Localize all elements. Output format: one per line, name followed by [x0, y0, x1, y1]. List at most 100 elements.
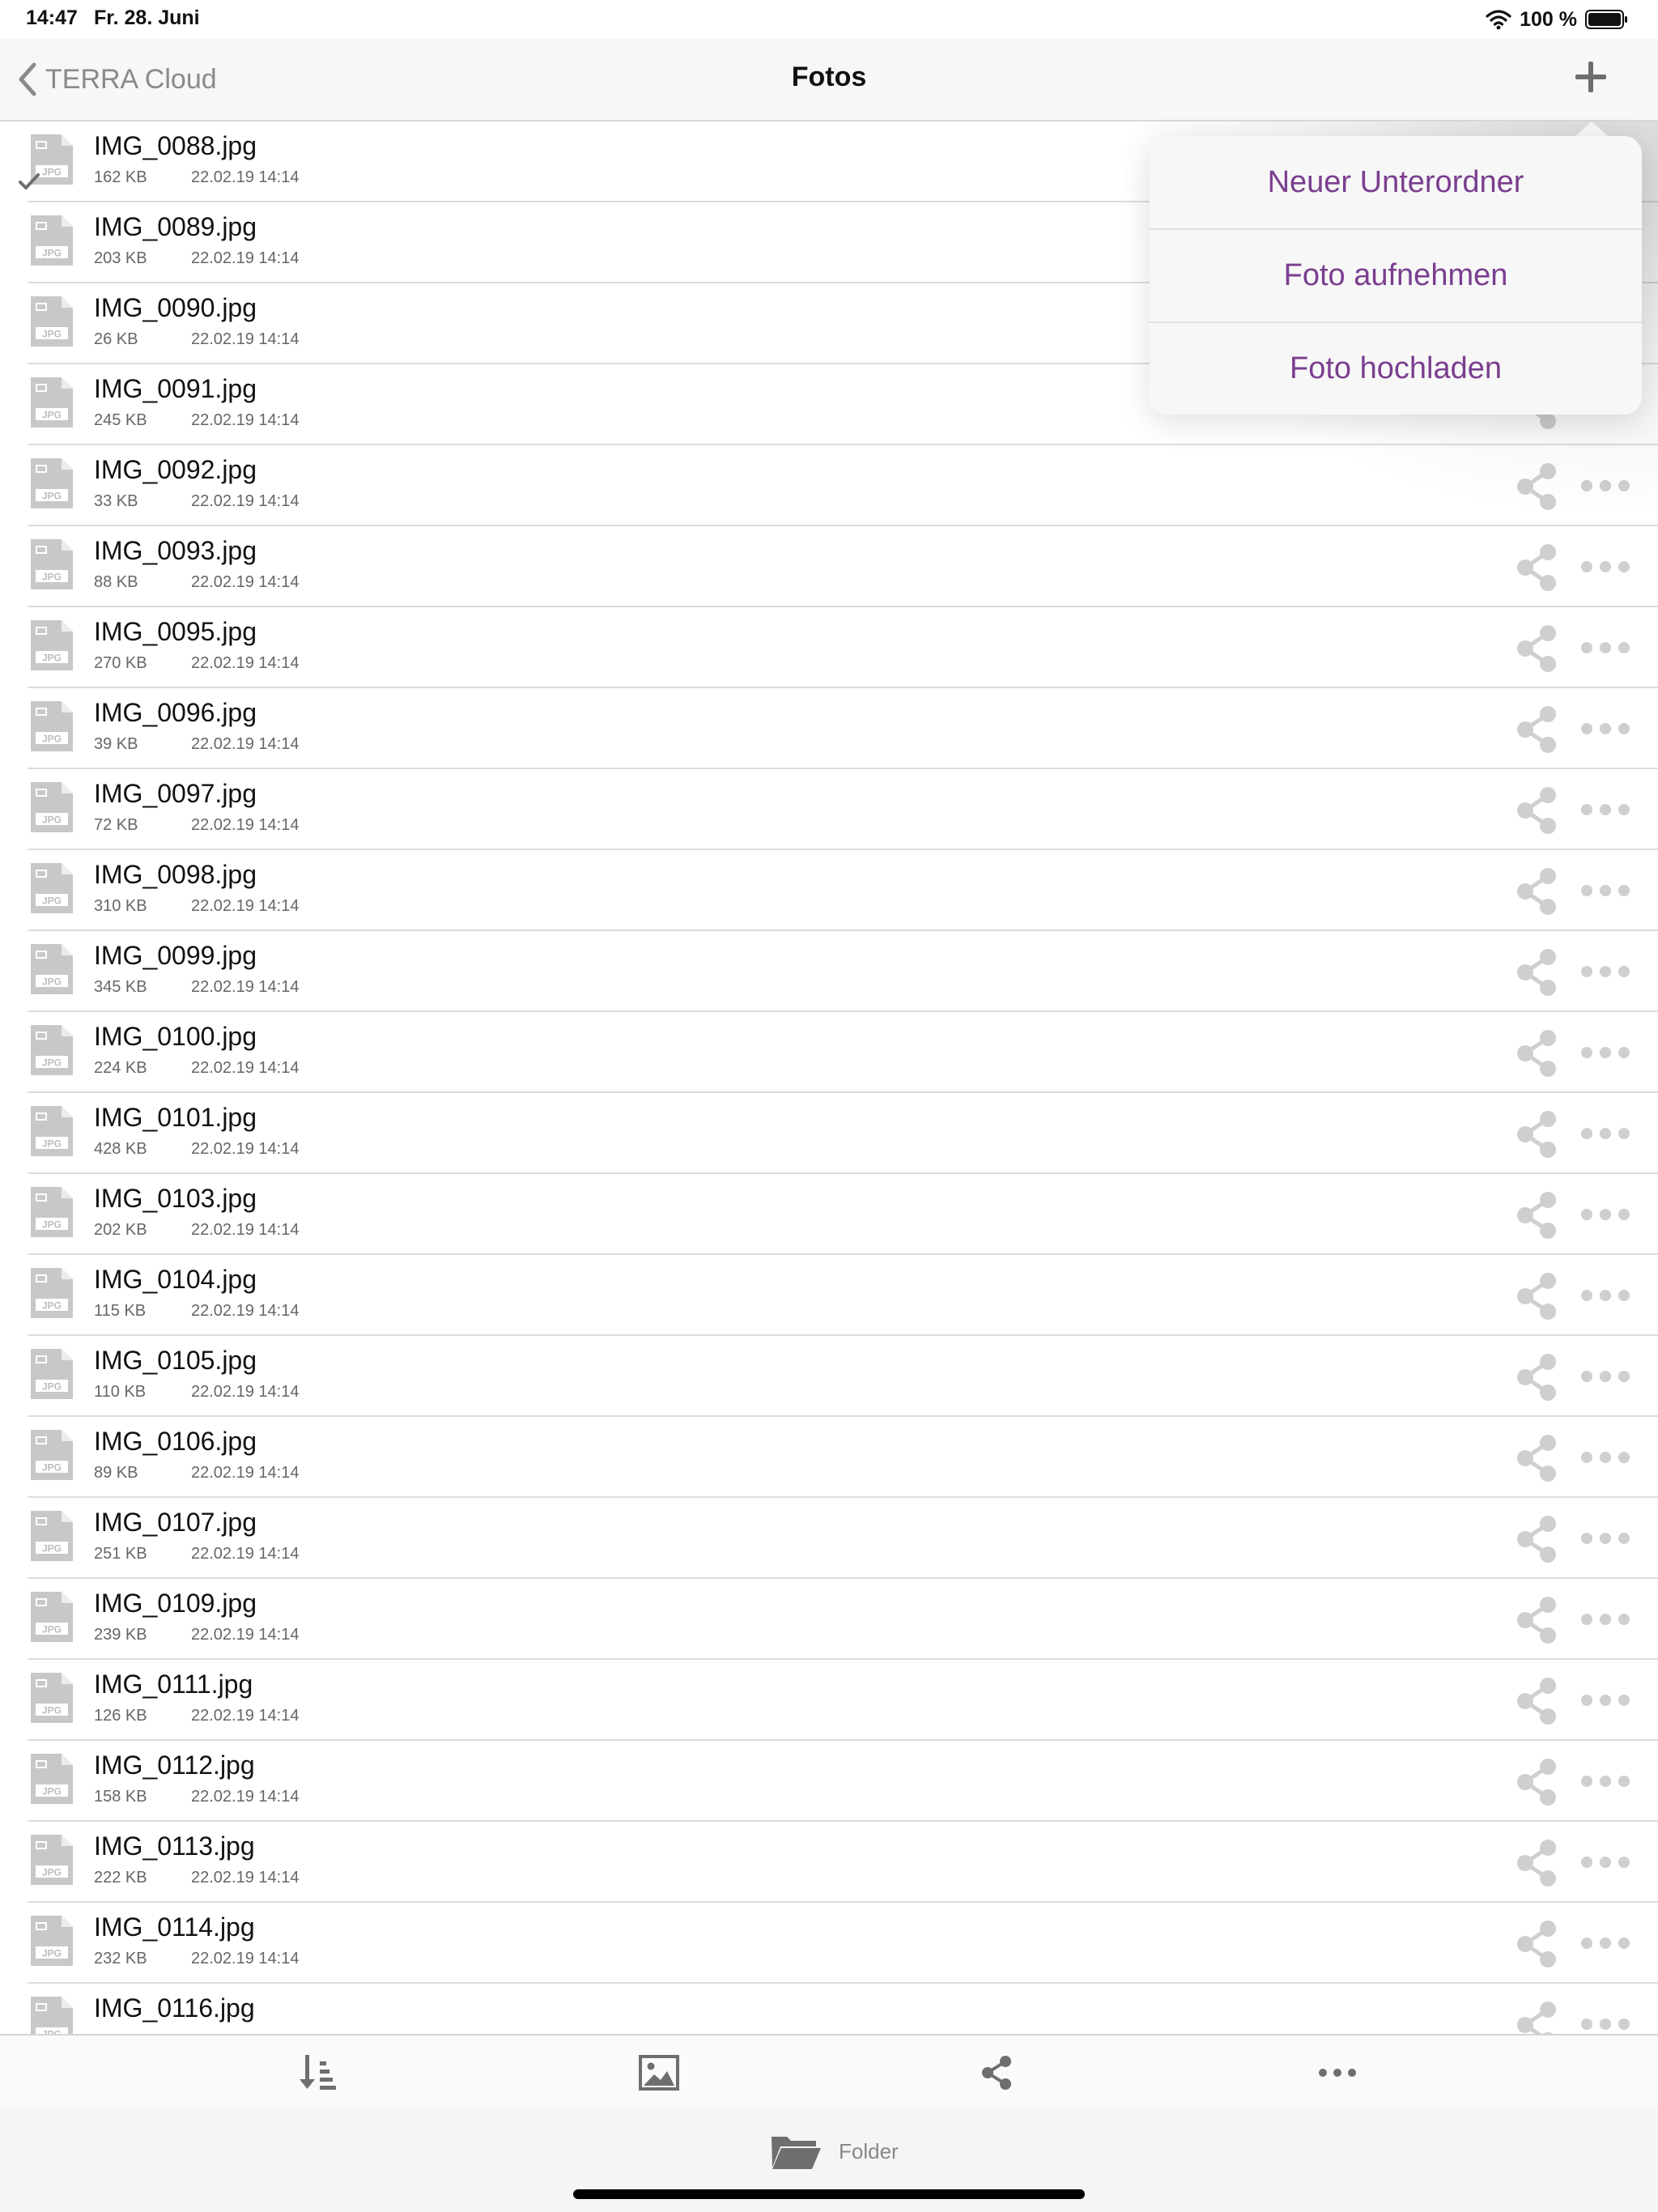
- menu-item-upload-photo[interactable]: Foto hochladen: [1150, 322, 1642, 415]
- file-row[interactable]: JPG IMG_0097.jpg 72 KB 22.02.19 14:14: [0, 769, 1658, 850]
- share-icon[interactable]: [1511, 1593, 1564, 1647]
- more-options-icon[interactable]: [1579, 1205, 1632, 1224]
- file-row[interactable]: JPG IMG_0092.jpg 33 KB 22.02.19 14:14: [0, 445, 1658, 526]
- share-icon[interactable]: [1511, 541, 1564, 594]
- file-row[interactable]: JPG IMG_0113.jpg 222 KB 22.02.19 14:14: [0, 1822, 1658, 1903]
- file-size: 203 KB: [94, 249, 147, 267]
- share-icon[interactable]: [1511, 622, 1564, 675]
- file-row[interactable]: JPG IMG_0095.jpg 270 KB 22.02.19 14:14: [0, 607, 1658, 688]
- file-icon-label: JPG: [42, 572, 62, 583]
- more-options-icon[interactable]: [1579, 1448, 1632, 1467]
- file-icon-label: JPG: [42, 248, 62, 259]
- tab-folder[interactable]: Folder: [769, 2126, 899, 2176]
- more-options-icon[interactable]: [1579, 557, 1632, 576]
- folder-icon: [772, 2137, 821, 2169]
- file-row[interactable]: JPG IMG_0116.jpg: [0, 1984, 1658, 2034]
- jpg-file-icon: JPG: [31, 944, 73, 994]
- file-size: 33 KB: [94, 492, 138, 510]
- file-name: IMG_0095.jpg: [94, 617, 257, 646]
- add-popover-menu: Neuer Unterordner Foto aufnehmen Foto ho…: [1150, 136, 1642, 415]
- file-row[interactable]: JPG IMG_0100.jpg 224 KB 22.02.19 14:14: [0, 1012, 1658, 1093]
- jpg-file-icon: JPG: [31, 1835, 73, 1885]
- file-size: 224 KB: [94, 1059, 147, 1077]
- more-options-icon[interactable]: [1579, 476, 1632, 496]
- more-options-icon[interactable]: [1579, 1286, 1632, 1305]
- file-name: IMG_0091.jpg: [94, 374, 257, 403]
- file-row[interactable]: JPG IMG_0111.jpg 126 KB 22.02.19 14:14: [0, 1660, 1658, 1741]
- jpg-file-icon: JPG: [31, 1349, 73, 1399]
- file-row[interactable]: JPG IMG_0106.jpg 89 KB 22.02.19 14:14: [0, 1417, 1658, 1498]
- file-date: 22.02.19 14:14: [191, 1302, 300, 1320]
- share-icon[interactable]: [1511, 703, 1564, 756]
- more-options-icon[interactable]: [1579, 1610, 1632, 1629]
- more-options-icon[interactable]: [1579, 1853, 1632, 1872]
- file-row[interactable]: JPG IMG_0096.jpg 39 KB 22.02.19 14:14: [0, 688, 1658, 769]
- gallery-icon[interactable]: [636, 2050, 682, 2095]
- file-icon-label: JPG: [42, 167, 62, 178]
- more-options-icon[interactable]: [1579, 638, 1632, 657]
- share-icon[interactable]: [1511, 946, 1564, 999]
- more-options-icon[interactable]: [1579, 1691, 1632, 1710]
- share-icon[interactable]: [1511, 1836, 1564, 1890]
- more-options-icon[interactable]: [1579, 719, 1632, 738]
- more-icon[interactable]: [1315, 2050, 1360, 2095]
- share-icon[interactable]: [1511, 1270, 1564, 1323]
- more-options-icon[interactable]: [1579, 962, 1632, 981]
- file-row[interactable]: JPG IMG_0104.jpg 115 KB 22.02.19 14:14: [0, 1255, 1658, 1336]
- add-icon[interactable]: [1571, 57, 1611, 97]
- file-name: IMG_0099.jpg: [94, 941, 257, 970]
- file-row[interactable]: JPG IMG_0103.jpg 202 KB 22.02.19 14:14: [0, 1174, 1658, 1255]
- page-title: Fotos: [791, 62, 867, 92]
- share-icon[interactable]: [1511, 1674, 1564, 1728]
- share-icon[interactable]: [1511, 1027, 1564, 1080]
- more-options-icon[interactable]: [1579, 1367, 1632, 1386]
- menu-item-take-photo[interactable]: Foto aufnehmen: [1150, 229, 1642, 323]
- battery-percentage: 100 %: [1520, 7, 1577, 31]
- file-name: IMG_0103.jpg: [94, 1184, 257, 1213]
- jpg-file-icon: JPG: [31, 1673, 73, 1723]
- share-icon[interactable]: [1511, 1998, 1564, 2034]
- file-date: 22.02.19 14:14: [191, 1626, 300, 1644]
- file-row[interactable]: JPG IMG_0109.jpg 239 KB 22.02.19 14:14: [0, 1579, 1658, 1660]
- file-row[interactable]: JPG IMG_0105.jpg 110 KB 22.02.19 14:14: [0, 1336, 1658, 1417]
- more-options-icon[interactable]: [1579, 1933, 1632, 1953]
- home-indicator: [573, 2189, 1085, 2199]
- file-row[interactable]: JPG IMG_0098.jpg 310 KB 22.02.19 14:14: [0, 850, 1658, 931]
- file-row[interactable]: JPG IMG_0107.jpg 251 KB 22.02.19 14:14: [0, 1498, 1658, 1579]
- share-icon[interactable]: [1511, 1351, 1564, 1404]
- file-icon-label: JPG: [42, 491, 62, 502]
- menu-item-new-subfolder[interactable]: Neuer Unterordner: [1150, 136, 1642, 230]
- file-row[interactable]: JPG IMG_0099.jpg 345 KB 22.02.19 14:14: [0, 931, 1658, 1012]
- file-date: 22.02.19 14:14: [191, 411, 300, 429]
- share-icon[interactable]: [1511, 865, 1564, 918]
- file-size: 232 KB: [94, 1950, 147, 1967]
- file-icon-label: JPG: [42, 329, 62, 340]
- more-options-icon[interactable]: [1579, 1529, 1632, 1548]
- more-options-icon[interactable]: [1579, 881, 1632, 900]
- more-options-icon[interactable]: [1579, 1043, 1632, 1062]
- share-icon[interactable]: [1511, 1755, 1564, 1809]
- sort-icon[interactable]: [297, 2050, 342, 2095]
- jpg-file-icon: JPG: [31, 539, 73, 589]
- more-options-icon[interactable]: [1579, 2014, 1632, 2034]
- file-date: 22.02.19 14:14: [191, 168, 300, 186]
- share-icon[interactable]: [1511, 784, 1564, 837]
- share-icon[interactable]: [1511, 1189, 1564, 1242]
- file-row[interactable]: JPG IMG_0112.jpg 158 KB 22.02.19 14:14: [0, 1741, 1658, 1822]
- file-date: 22.02.19 14:14: [191, 735, 300, 753]
- more-options-icon[interactable]: [1579, 1124, 1632, 1143]
- file-icon-label: JPG: [42, 1219, 62, 1231]
- file-name: IMG_0106.jpg: [94, 1427, 257, 1456]
- share-icon[interactable]: [975, 2050, 1020, 2095]
- more-options-icon[interactable]: [1579, 800, 1632, 819]
- share-icon[interactable]: [1511, 460, 1564, 513]
- share-icon[interactable]: [1511, 1512, 1564, 1566]
- file-row[interactable]: JPG IMG_0114.jpg 232 KB 22.02.19 14:14: [0, 1903, 1658, 1984]
- share-icon[interactable]: [1511, 1108, 1564, 1161]
- share-icon[interactable]: [1511, 1431, 1564, 1485]
- file-row[interactable]: JPG IMG_0093.jpg 88 KB 22.02.19 14:14: [0, 526, 1658, 607]
- file-row[interactable]: JPG IMG_0101.jpg 428 KB 22.02.19 14:14: [0, 1093, 1658, 1174]
- share-icon[interactable]: [1511, 1917, 1564, 1971]
- more-options-icon[interactable]: [1579, 1772, 1632, 1791]
- jpg-file-icon: JPG: [31, 1025, 73, 1075]
